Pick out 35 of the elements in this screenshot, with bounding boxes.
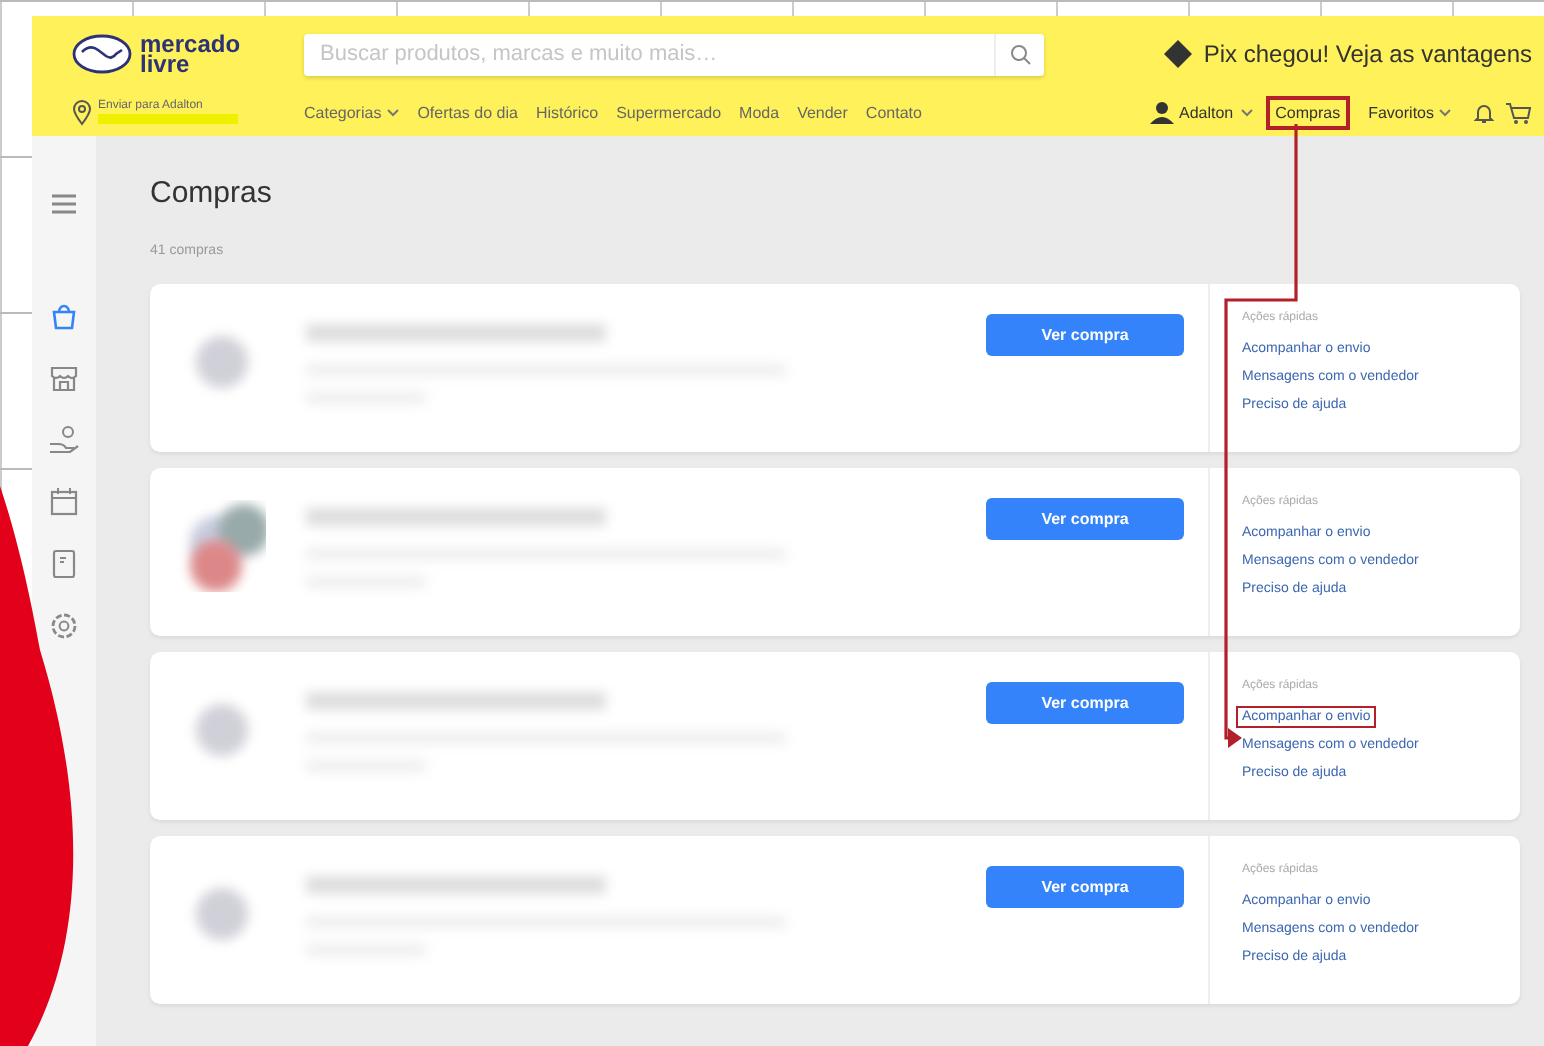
caret-icon — [1239, 107, 1254, 117]
redacted-address — [98, 113, 238, 123]
search-icon[interactable] — [1009, 43, 1031, 65]
user-menu[interactable]: Adalton — [1149, 100, 1254, 124]
nav-link[interactable]: Favoritos — [1358, 95, 1462, 129]
location-pin-icon[interactable] — [72, 99, 92, 125]
cart-icon[interactable] — [1506, 101, 1532, 123]
nav-link[interactable]: Histórico — [535, 103, 599, 121]
search-bar[interactable]: Buscar produtos, marcas e muito mais… — [304, 33, 1044, 75]
view-purchase-button[interactable]: Ver compra — [986, 498, 1184, 540]
logo-text[interactable]: mercado livre — [140, 34, 241, 74]
view-purchase-button[interactable]: Ver compra — [986, 682, 1184, 724]
promo-link[interactable]: Pix chegou! Veja as vantagens — [1203, 40, 1532, 68]
avatar-icon — [1149, 100, 1173, 124]
nav-link[interactable]: Ofertas do dia — [417, 103, 518, 121]
hand-coin-icon[interactable] — [48, 424, 80, 456]
receipt-icon[interactable] — [48, 548, 80, 580]
page-title: Compras — [150, 176, 272, 210]
calendar-icon[interactable] — [48, 486, 80, 518]
nav-link[interactable]: Categorias — [304, 103, 400, 121]
nav-link[interactable]: Vender — [797, 103, 848, 121]
nav-link[interactable]: Supermercado — [616, 103, 722, 121]
nav-link[interactable]: Contato — [865, 103, 922, 121]
bell-icon[interactable] — [1474, 101, 1494, 123]
caret-icon — [385, 107, 400, 117]
diamond-icon — [1163, 40, 1192, 68]
view-purchase-button[interactable]: Ver compra — [986, 866, 1184, 908]
highlighted-nav-link[interactable]: Compras — [1265, 95, 1351, 129]
caret-icon — [1438, 107, 1452, 117]
shopping-bag-icon[interactable] — [48, 300, 80, 332]
view-purchase-button[interactable]: Ver compra — [986, 314, 1184, 356]
nav-link[interactable]: Moda — [739, 103, 780, 121]
store-icon[interactable] — [48, 362, 80, 394]
search-field[interactable]: Buscar produtos, marcas e muito mais… — [304, 42, 994, 66]
gear-icon[interactable] — [48, 610, 80, 642]
